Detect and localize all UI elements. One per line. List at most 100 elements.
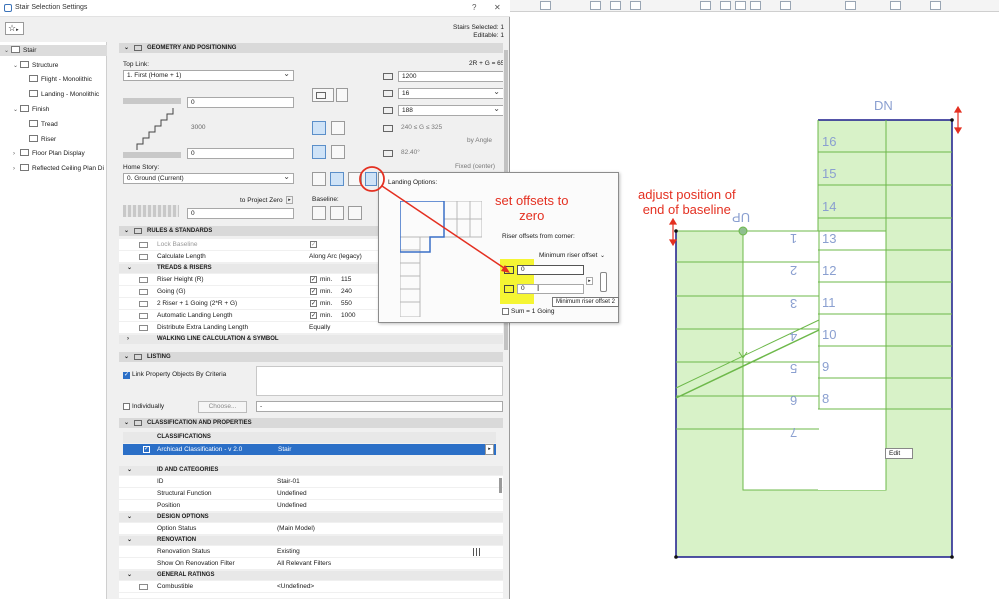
angle-lock-button[interactable] <box>331 145 345 159</box>
sum-going-checkbox[interactable] <box>502 308 509 315</box>
criteria-box[interactable] <box>256 366 503 396</box>
bottom-offset-input[interactable]: 0 <box>187 148 294 159</box>
toolbar-button-10[interactable] <box>845 1 856 10</box>
home-story-select[interactable]: 0. Ground (Current) <box>123 173 294 184</box>
riser-height-select[interactable]: 188 <box>398 105 504 116</box>
favorites-button[interactable]: ☆▸ <box>5 22 24 35</box>
section-classification[interactable]: ⌄ CLASSIFICATION AND PROPERTIES <box>119 418 507 428</box>
rule-value[interactable]: 240 <box>341 286 352 298</box>
angle-icon <box>383 150 393 157</box>
link-property-checkbox[interactable]: ✓ <box>123 372 130 379</box>
risers-count-select[interactable]: 16 <box>398 88 504 99</box>
tree-item-structure[interactable]: ⌄ Structure <box>0 60 107 71</box>
tree-item-finish[interactable]: ⌄ Finish <box>0 104 107 115</box>
toolbar-button-6[interactable] <box>720 1 731 10</box>
renovation-status-value[interactable]: Existing <box>277 546 300 558</box>
angle-mode-button[interactable] <box>312 145 326 159</box>
fixed-center-label[interactable]: Fixed (center) <box>455 163 495 170</box>
archicad-classification-checkbox[interactable]: ✓ <box>143 446 150 453</box>
tree-arrow-icon[interactable]: ⌄ <box>4 46 11 56</box>
landing-type-2-button[interactable] <box>330 172 344 186</box>
lock-baseline-checkbox[interactable]: ✓ <box>310 241 317 248</box>
tree-arrow-icon[interactable]: ⌄ <box>13 61 20 71</box>
width-mode-button[interactable] <box>312 121 326 135</box>
baseline-button-2[interactable] <box>330 206 344 220</box>
offset1-arrow-button[interactable]: ▸ <box>586 277 593 285</box>
rule-value[interactable]: 550 <box>341 298 352 310</box>
tree-arrow-icon[interactable]: › <box>13 164 20 174</box>
section-geometry-label: GEOMETRY AND POSITIONING <box>147 45 237 51</box>
help-icon[interactable]: ? <box>472 3 476 12</box>
subsection-walking-line[interactable]: › WALKING LINE CALCULATION & SYMBOL <box>119 335 507 344</box>
toolbar-button-3[interactable] <box>610 1 621 10</box>
rule-value[interactable]: 115 <box>341 274 351 286</box>
width-lock-button[interactable] <box>331 121 345 135</box>
tree-item-riser[interactable]: Riser <box>0 134 107 145</box>
tree-item-tread[interactable]: Tread <box>0 119 107 130</box>
toolbar-button-9[interactable] <box>780 1 791 10</box>
stair-flip-button[interactable] <box>336 88 348 102</box>
subsection-design-options[interactable]: ⌄ DESIGN OPTIONS <box>119 513 507 522</box>
show-on-renovation-value[interactable]: All Relevant Filters <box>277 558 331 570</box>
toolbar-button-8[interactable] <box>750 1 761 10</box>
close-icon[interactable]: ✕ <box>494 3 501 12</box>
tree-item-landing-monolithic[interactable]: Landing - Monolithic <box>0 89 107 100</box>
distribute-value[interactable]: Equally <box>309 322 330 334</box>
baseline-button-1[interactable] <box>312 206 326 220</box>
tree-arrow-icon[interactable]: ⌄ <box>13 105 20 115</box>
panel-scrollbar[interactable] <box>499 478 502 493</box>
subsection-id-categories[interactable]: ⌄ ID AND CATEGORIES <box>119 466 507 475</box>
choose-button[interactable]: Choose... <box>198 401 247 413</box>
riser-offset-2-input[interactable]: 0 <box>517 284 584 294</box>
individually-checkbox[interactable] <box>123 403 130 410</box>
subsection-general-ratings[interactable]: ⌄ GENERAL RATINGS <box>119 571 507 580</box>
classification-arrow-button[interactable]: ▸ <box>485 444 494 455</box>
stair-type-button[interactable] <box>312 88 334 102</box>
top-link-select[interactable]: 1. First (Home + 1) <box>123 70 294 81</box>
archicad-classification-row[interactable]: ✓ Archicad Classification - v 2.0 Stair <box>123 444 496 455</box>
id-row-value[interactable]: Undefined <box>277 500 307 512</box>
toolbar-button-4[interactable] <box>630 1 641 10</box>
tree-item-flight-monolithic[interactable]: Flight - Monolithic <box>0 74 107 85</box>
stair-width-input[interactable]: 1200 <box>398 71 504 82</box>
offset-link-icon[interactable] <box>600 272 607 292</box>
tree-node-icon <box>29 90 38 97</box>
toolbar-button-12[interactable] <box>930 1 941 10</box>
tree-arrow-icon[interactable]: › <box>13 149 20 159</box>
top-offset-input[interactable]: 0 <box>187 97 294 108</box>
option-status-value[interactable]: (Main Model) <box>277 523 315 535</box>
toolbar-button-1[interactable] <box>540 1 551 10</box>
rule-checkbox[interactable]: ✓ <box>310 312 317 319</box>
tree-item-reflected-ceiling-plan-di[interactable]: › Reflected Ceiling Plan Di <box>0 163 107 174</box>
project-zero-input[interactable]: 0 <box>187 208 294 219</box>
rule-checkbox[interactable]: ✓ <box>310 276 317 283</box>
edit-label[interactable]: Edit <box>885 448 913 459</box>
toolbar-button-2[interactable] <box>590 1 601 10</box>
to-project-zero-label[interactable]: to Project Zero <box>240 197 283 204</box>
combustible-value[interactable]: <Undefined> <box>277 581 314 593</box>
calculate-length-value[interactable]: Along Arc (legacy) <box>309 251 362 263</box>
id-row-value[interactable]: Undefined <box>277 488 307 500</box>
by-angle-label[interactable]: by Angle <box>467 137 492 144</box>
landing-options-button[interactable] <box>365 172 377 186</box>
renovation-grid-icon[interactable] <box>473 548 482 556</box>
section-listing[interactable]: ⌄ LISTING <box>119 352 507 362</box>
rule-checkbox[interactable]: ✓ <box>310 288 317 295</box>
rule-checkbox[interactable]: ✓ <box>310 300 317 307</box>
subsection-renovation[interactable]: ⌄ RENOVATION <box>119 536 507 545</box>
tree-item-floor-plan-display[interactable]: › Floor Plan Display <box>0 148 107 159</box>
riser-offset-tooltip: Minimum riser offset 2 <box>552 297 619 307</box>
landing-type-3-button[interactable] <box>348 172 362 186</box>
project-zero-arrow-icon[interactable]: ▸ <box>286 196 293 204</box>
baseline-button-3[interactable] <box>348 206 362 220</box>
id-row-value[interactable]: Stair-01 <box>277 476 300 488</box>
landing-type-1-button[interactable] <box>312 172 326 186</box>
rule-value[interactable]: 1000 <box>341 310 355 322</box>
toolbar-button-5[interactable] <box>700 1 711 10</box>
toolbar-button-7[interactable] <box>735 1 746 10</box>
collapse-arrow-icon: ⌄ <box>127 265 133 271</box>
toolbar-button-11[interactable] <box>890 1 901 10</box>
tree-item-stair[interactable]: ⌄ Stair <box>0 45 107 56</box>
riser-offset-1-input[interactable]: 0 <box>517 265 584 275</box>
section-geometry[interactable]: ⌄ GEOMETRY AND POSITIONING <box>119 43 507 53</box>
